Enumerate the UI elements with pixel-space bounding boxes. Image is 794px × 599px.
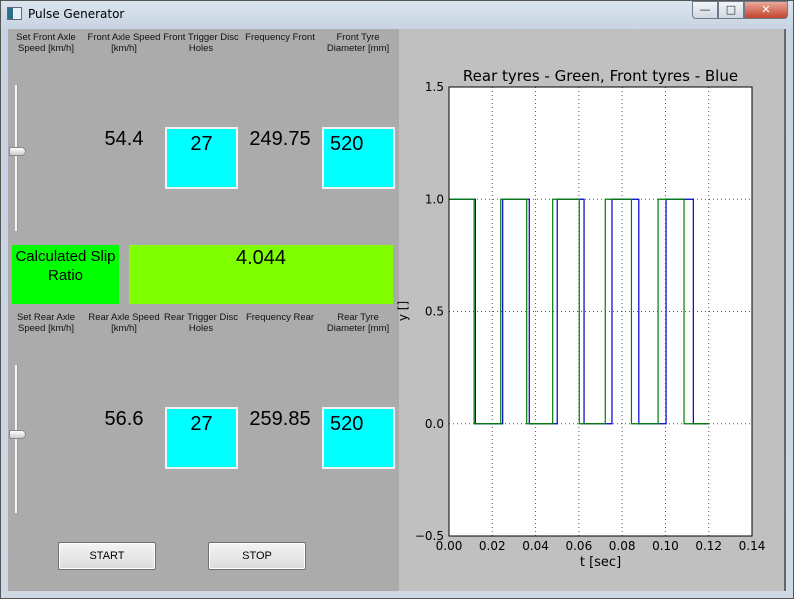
- y-tick-label: 0.5: [425, 305, 444, 319]
- x-tick-label: 0.02: [479, 539, 506, 553]
- y-axis-label: y []: [396, 301, 410, 321]
- pulse-chart: 0.00 0.02 0.04 0.06 0.08 0.10 0.12 0.14−0.50.00…: [396, 67, 766, 570]
- y-tick-label: 0.0: [425, 417, 444, 431]
- chart-title: Rear tyres - Green, Front tyres - Blue: [463, 67, 738, 85]
- x-tick-label: 0.04: [522, 539, 549, 553]
- x-tick-label: 0.12: [695, 539, 722, 553]
- x-tick-label: 0.14: [739, 539, 766, 553]
- y-tick-label: −0.5: [415, 529, 444, 543]
- x-tick-label: 0.08: [609, 539, 636, 553]
- y-tick-label: 1.5: [425, 80, 444, 94]
- x-axis-label: t [sec]: [580, 555, 621, 570]
- x-tick-label: 0.06: [565, 539, 592, 553]
- y-tick-label: 1.0: [425, 192, 444, 206]
- plot-area: [449, 87, 752, 536]
- x-tick-label: 0.10: [652, 539, 679, 553]
